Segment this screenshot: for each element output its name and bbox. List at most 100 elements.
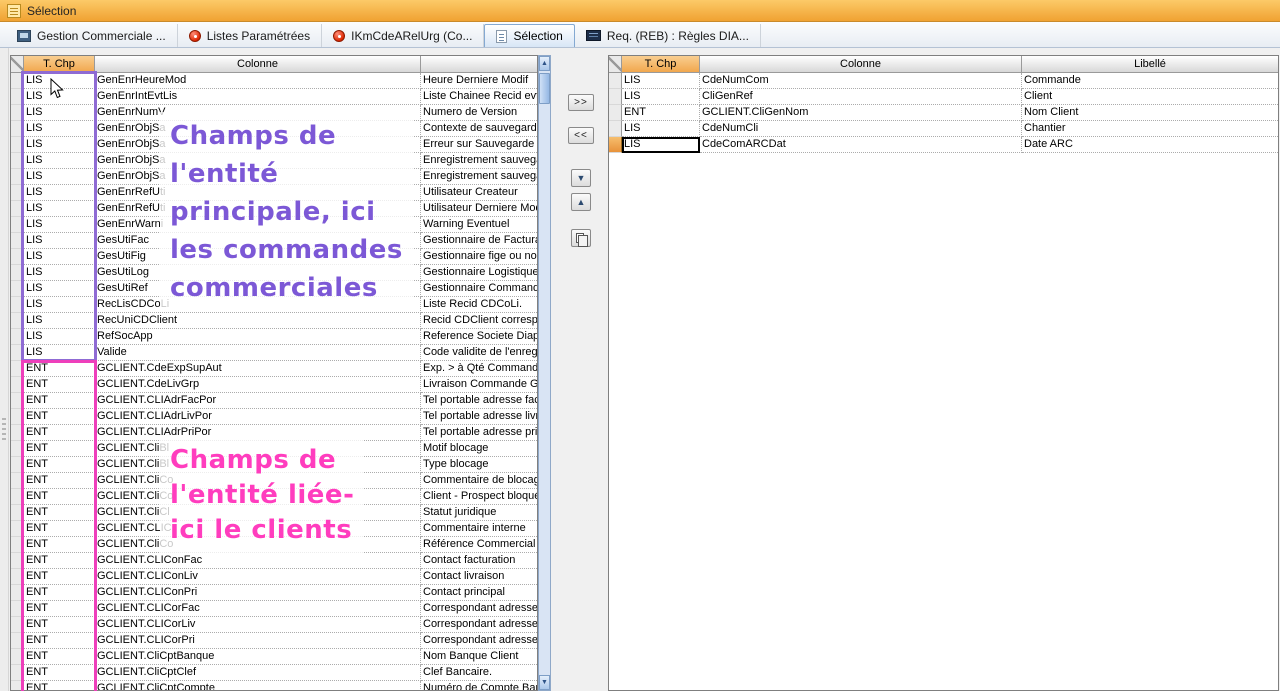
column-header-libelle[interactable]: Libellé: [1022, 56, 1278, 73]
table-row[interactable]: ENTGCLIENT.CLIConPriContact principal: [11, 585, 537, 601]
row-selector[interactable]: [11, 281, 24, 297]
cell-libelle[interactable]: Statut juridique: [421, 505, 537, 521]
cell-colonne[interactable]: GesUtiRef: [95, 281, 421, 297]
cell-tchp[interactable]: LIS: [24, 329, 95, 345]
vertical-scrollbar[interactable]: ▲ ▼: [538, 55, 551, 691]
row-selector[interactable]: [11, 649, 24, 665]
cell-colonne[interactable]: RecUniCDClient: [95, 313, 421, 329]
table-row[interactable]: ENTGCLIENT.CliGenNomNom Client: [609, 105, 1278, 121]
cell-tchp[interactable]: LIS: [24, 281, 95, 297]
scrollbar-thumb[interactable]: [539, 73, 550, 104]
cell-libelle[interactable]: Contact facturation: [421, 553, 537, 569]
cell-colonne[interactable]: CdeNumCom: [700, 73, 1022, 89]
cell-libelle[interactable]: Gestionnaire fige ou nor: [421, 249, 537, 265]
move-up-button[interactable]: ▲: [571, 193, 591, 211]
cell-libelle[interactable]: Contact principal: [421, 585, 537, 601]
cell-colonne[interactable]: CliGenRef: [700, 89, 1022, 105]
row-selector[interactable]: [11, 489, 24, 505]
cell-tchp[interactable]: ENT: [24, 393, 95, 409]
cell-colonne[interactable]: CdeComARCDat: [700, 137, 1022, 153]
table-row[interactable]: LISGenEnrNumVNumero de Version: [11, 105, 537, 121]
cell-tchp[interactable]: LIS: [622, 89, 700, 105]
scroll-up-icon[interactable]: ▲: [539, 56, 550, 71]
cell-tchp[interactable]: ENT: [622, 105, 700, 121]
cell-libelle[interactable]: Correspondant adresse: [421, 617, 537, 633]
row-selector[interactable]: [11, 233, 24, 249]
cell-tchp[interactable]: ENT: [24, 665, 95, 681]
cell-colonne[interactable]: GCLIENT.CLIC: [95, 521, 421, 537]
cell-libelle[interactable]: Gestionnaire Logistique: [421, 265, 537, 281]
cell-colonne[interactable]: Valide: [95, 345, 421, 361]
cell-libelle[interactable]: Correspondant adresse: [421, 601, 537, 617]
row-selector[interactable]: [11, 585, 24, 601]
cell-libelle[interactable]: Commande: [1022, 73, 1278, 89]
column-header-colonne[interactable]: Colonne: [700, 56, 1022, 73]
cell-tchp[interactable]: LIS: [24, 233, 95, 249]
cell-tchp[interactable]: ENT: [24, 409, 95, 425]
cell-libelle[interactable]: Type blocage: [421, 457, 537, 473]
row-selector[interactable]: [11, 569, 24, 585]
row-selector[interactable]: [11, 217, 24, 233]
table-row[interactable]: ENTGCLIENT.CliCptBanqueNom Banque Client: [11, 649, 537, 665]
table-row[interactable]: ENTGCLIENT.CLIAdrPriPorTel portable adre…: [11, 425, 537, 441]
table-row[interactable]: LISGesUtiFacGestionnaire de Factura: [11, 233, 537, 249]
row-selector[interactable]: [11, 201, 24, 217]
row-selector[interactable]: [609, 121, 622, 137]
table-row[interactable]: ENTGCLIENT.CliCoClient - Prospect bloqué: [11, 489, 537, 505]
cell-colonne[interactable]: GCLIENT.CliCptCompte: [95, 681, 421, 691]
cell-libelle[interactable]: Reference Societe Diap: [421, 329, 537, 345]
row-selector[interactable]: [11, 521, 24, 537]
row-selector[interactable]: [11, 137, 24, 153]
row-selector[interactable]: [11, 665, 24, 681]
table-row[interactable]: LISCdeNumComCommande: [609, 73, 1278, 89]
scroll-down-icon[interactable]: ▼: [539, 675, 550, 690]
move-down-button[interactable]: ▼: [571, 169, 591, 187]
tab-req-reb-r-gles-dia[interactable]: Req. (REB) : Règles DIA...: [575, 24, 761, 47]
row-selector[interactable]: [11, 249, 24, 265]
cell-tchp[interactable]: LIS: [24, 121, 95, 137]
cell-libelle[interactable]: Liste Chainee Recid evt: [421, 89, 537, 105]
table-row[interactable]: LISRecUniCDClientRecid CDClient correspo: [11, 313, 537, 329]
cell-colonne[interactable]: GCLIENT.CLICorLiv: [95, 617, 421, 633]
cell-colonne[interactable]: RefSocApp: [95, 329, 421, 345]
cell-colonne[interactable]: GCLIENT.CLIConPri: [95, 585, 421, 601]
cell-tchp[interactable]: ENT: [24, 553, 95, 569]
cell-colonne[interactable]: GCLIENT.CLIAdrLivPor: [95, 409, 421, 425]
table-row[interactable]: LISValideCode validite de l'enregi: [11, 345, 537, 361]
table-row[interactable]: ENTGCLIENT.CLIConFacContact facturation: [11, 553, 537, 569]
cell-tchp[interactable]: LIS: [24, 313, 95, 329]
cell-colonne[interactable]: GenEnrObjSa: [95, 169, 421, 185]
cell-libelle[interactable]: Liste Recid CDCoLi.: [421, 297, 537, 313]
cell-tchp[interactable]: LIS: [24, 345, 95, 361]
cell-tchp[interactable]: ENT: [24, 569, 95, 585]
table-row[interactable]: LISGenEnrIntEvtLisListe Chainee Recid ev…: [11, 89, 537, 105]
row-selector[interactable]: [11, 89, 24, 105]
cell-colonne[interactable]: CdeNumCli: [700, 121, 1022, 137]
cell-libelle[interactable]: Client: [1022, 89, 1278, 105]
cell-tchp[interactable]: ENT: [24, 537, 95, 553]
cell-libelle[interactable]: Gestionnaire de Factura: [421, 233, 537, 249]
cell-libelle[interactable]: Code validite de l'enregi: [421, 345, 537, 361]
table-row[interactable]: LISRecLisCDCoLiListe Recid CDCoLi.: [11, 297, 537, 313]
cell-libelle[interactable]: Chantier: [1022, 121, 1278, 137]
cell-libelle[interactable]: Utilisateur Derniere Mod: [421, 201, 537, 217]
row-selector[interactable]: [11, 329, 24, 345]
cell-colonne[interactable]: GCLIENT.CliGenNom: [700, 105, 1022, 121]
table-row[interactable]: ENTGCLIENT.CliCoRéférence Commercial: [11, 537, 537, 553]
table-row[interactable]: ENTGCLIENT.CliBlType blocage: [11, 457, 537, 473]
cell-tchp[interactable]: LIS: [24, 73, 95, 89]
cell-colonne[interactable]: GesUtiFac: [95, 233, 421, 249]
cell-colonne[interactable]: GCLIENT.CliCo: [95, 537, 421, 553]
left-splitter[interactable]: [0, 48, 9, 691]
table-row[interactable]: LISGenEnrRefUtiUtilisateur Derniere Mod: [11, 201, 537, 217]
cell-libelle[interactable]: Date ARC: [1022, 137, 1278, 153]
cell-colonne[interactable]: GCLIENT.CLIConFac: [95, 553, 421, 569]
row-selector[interactable]: [11, 633, 24, 649]
row-selector[interactable]: [11, 345, 24, 361]
copy-button[interactable]: [571, 229, 591, 247]
row-selector[interactable]: [609, 137, 622, 153]
cell-libelle[interactable]: Motif blocage: [421, 441, 537, 457]
table-row[interactable]: ENTGCLIENT.CdeExpSupAutExp. > à Qté Comm…: [11, 361, 537, 377]
table-row[interactable]: ENTGCLIENT.CLIAdrFacPorTel portable adre…: [11, 393, 537, 409]
table-row[interactable]: LISGesUtiLogGestionnaire Logistique: [11, 265, 537, 281]
